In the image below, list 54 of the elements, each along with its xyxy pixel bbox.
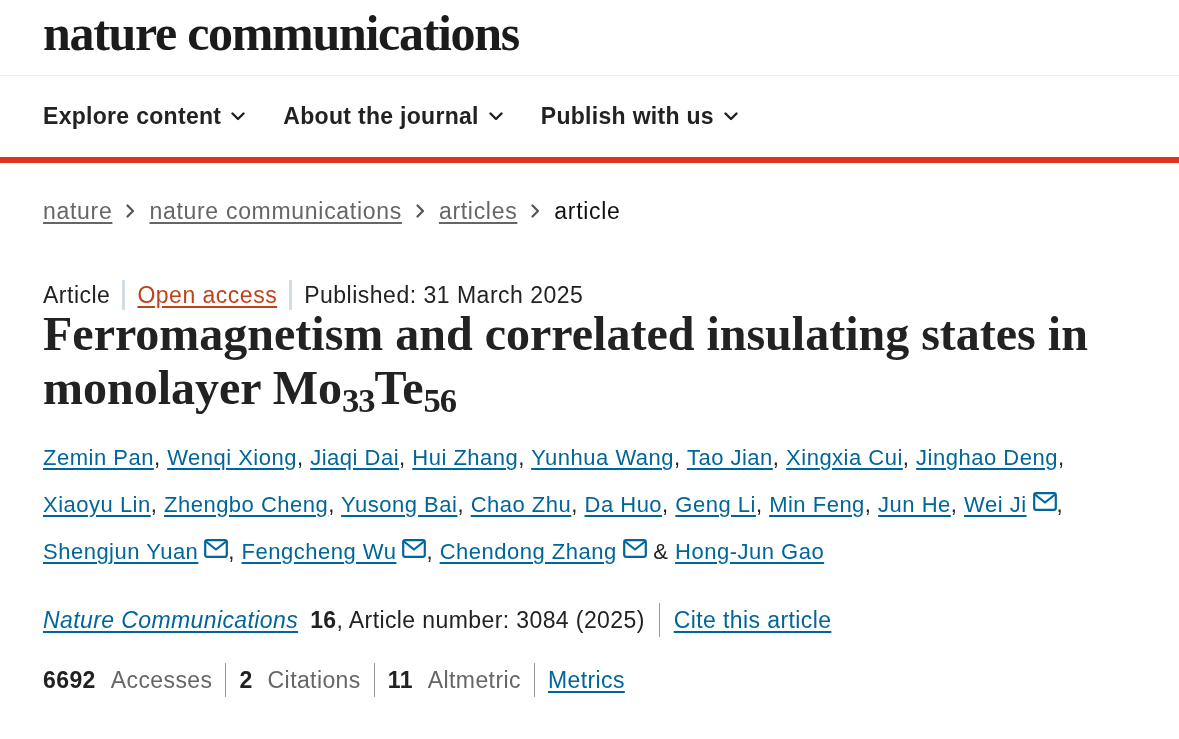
- author-link[interactable]: Chendong Zhang: [439, 539, 617, 564]
- article-title: Ferromagnetism and correlated insulating states in monolayer Mo$_{33}$Te$_{56}$: [43, 307, 1089, 415]
- author-link[interactable]: Zemin Pan: [43, 445, 154, 470]
- nav-menu-button[interactable]: About the journal: [283, 103, 503, 130]
- breadcrumb-link[interactable]: nature communications: [149, 197, 402, 225]
- chevron-right-icon: [126, 204, 136, 218]
- journal-link[interactable]: Nature Communications: [43, 606, 299, 634]
- chevron-right-icon: [531, 204, 541, 218]
- chevron-down-icon: [723, 112, 738, 121]
- chevron-down-icon: [488, 112, 503, 121]
- author-link[interactable]: Geng Li: [675, 492, 756, 517]
- open-access-link[interactable]: Open access: [137, 281, 278, 309]
- author-link[interactable]: Tao Jian: [686, 445, 773, 470]
- author-link[interactable]: Jiaqi Dai: [310, 445, 400, 470]
- author-link[interactable]: Hong-Jun Gao: [675, 539, 825, 564]
- envelope-icon[interactable]: [402, 539, 427, 558]
- breadcrumb-link[interactable]: articles: [438, 197, 518, 225]
- chevron-down-icon: [231, 112, 246, 121]
- metric-count: 2: [239, 666, 253, 694]
- nav-menu-button[interactable]: Publish with us: [540, 103, 738, 130]
- breadcrumb-current: article: [554, 197, 621, 225]
- metric-label: Accesses: [110, 666, 213, 694]
- author-link[interactable]: Jun He: [878, 492, 951, 517]
- author-list: Zemin Pan, Wenqi Xiong, Jiaqi Dai, Hui Zhang, Yunhua Wang, Tao Jian, Xingxia Cui, Jinghao Deng, Xiaoyu Lin, Zhengbo Cheng, Yusong Bai, Chao Zhu, Da Huo, Geng Li, Min Feng, Jun He, Wei Ji , Shengjun Yuan , Fengcheng Wu , Chendong Zhang & Hong-Jun Gao: [43, 434, 1136, 575]
- envelope-icon[interactable]: [622, 539, 647, 558]
- metric-label: Citations: [267, 666, 361, 694]
- breadcrumb-link[interactable]: nature: [43, 197, 113, 225]
- metric-count: 6692: [43, 666, 96, 694]
- article-type: Article: [43, 281, 111, 309]
- author-link[interactable]: Da Huo: [584, 492, 663, 517]
- metrics-link[interactable]: Metrics: [547, 666, 625, 694]
- author-link[interactable]: Hui Zhang: [412, 445, 519, 470]
- author-link[interactable]: Wenqi Xiong: [167, 445, 297, 470]
- envelope-icon[interactable]: [204, 539, 229, 558]
- author-link[interactable]: Min Feng: [769, 492, 865, 517]
- author-link[interactable]: Chao Zhu: [470, 492, 572, 517]
- author-link[interactable]: Jinghao Deng: [916, 445, 1058, 470]
- envelope-icon[interactable]: [1032, 492, 1057, 511]
- metric-label: Altmetric: [427, 666, 521, 694]
- journal-logo[interactable]: nature communications: [43, 7, 519, 58]
- author-link[interactable]: Yusong Bai: [341, 492, 458, 517]
- author-link[interactable]: Wei Ji: [964, 492, 1027, 517]
- author-link[interactable]: Xingxia Cui: [786, 445, 903, 470]
- author-link[interactable]: Zhengbo Cheng: [164, 492, 329, 517]
- published-date: Published: 31 March 2025: [304, 281, 584, 309]
- chevron-right-icon: [415, 204, 425, 218]
- author-link[interactable]: Xiaoyu Lin: [43, 492, 151, 517]
- nav-menu-button[interactable]: Explore content: [43, 103, 246, 130]
- metric-count: 11: [387, 666, 413, 694]
- cite-article-link[interactable]: Cite this article: [673, 606, 832, 634]
- author-link[interactable]: Yunhua Wang: [531, 445, 675, 470]
- author-link[interactable]: Fengcheng Wu: [241, 539, 397, 564]
- author-link[interactable]: Shengjun Yuan: [43, 539, 199, 564]
- article-number: 16, Article number: 3084 (2025): [310, 606, 645, 634]
